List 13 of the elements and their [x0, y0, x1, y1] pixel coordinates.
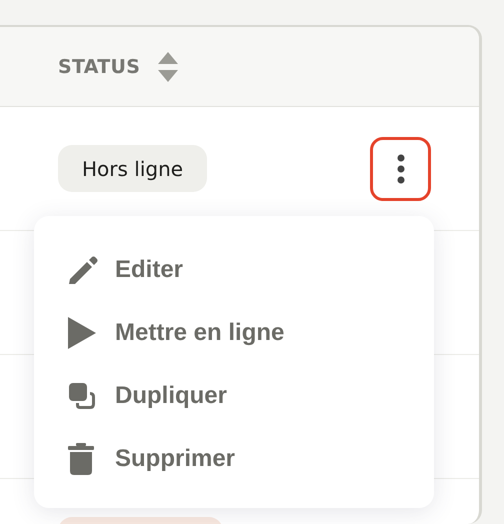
pencil-icon [68, 254, 98, 284]
menu-item[interactable]: Dupliquer [115, 382, 227, 410]
status-badge: Hors ligne [58, 145, 208, 192]
duplicate-icon [68, 382, 96, 410]
sort-icon[interactable] [158, 52, 178, 82]
trash-icon [68, 442, 94, 474]
column-header: STATUS [58, 56, 140, 78]
menu-item[interactable]: Editer [115, 256, 184, 284]
menu-item[interactable]: Mettre en ligne [115, 318, 284, 346]
more-icon [396, 154, 404, 184]
menu-item[interactable]: Supprimer [115, 444, 236, 472]
play-icon [68, 316, 96, 348]
more-actions-button[interactable] [370, 136, 431, 200]
